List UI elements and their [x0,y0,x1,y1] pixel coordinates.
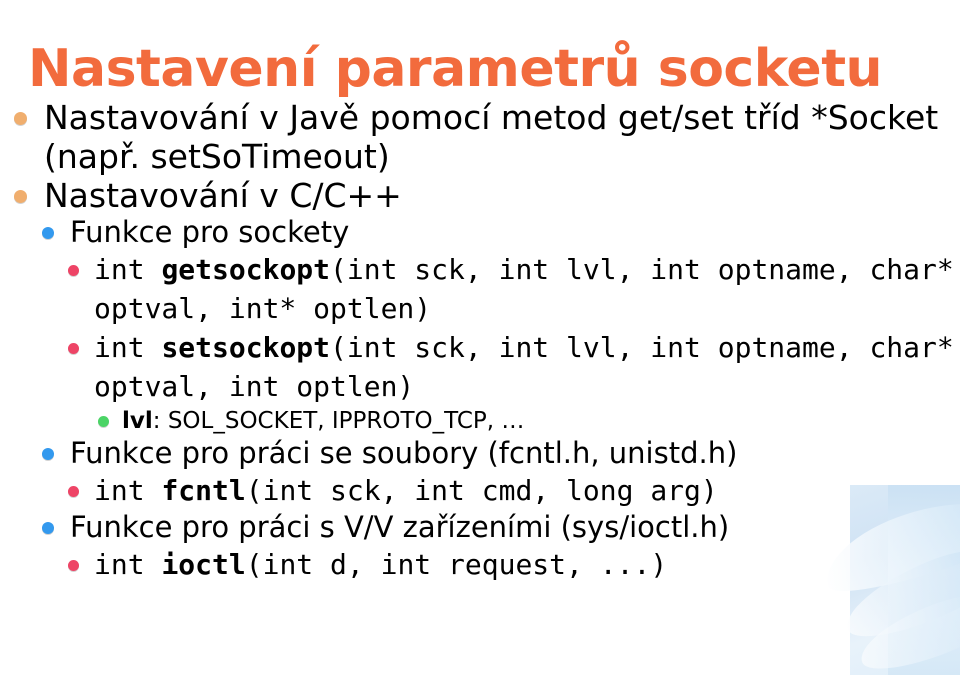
outline-item-text: Funkce pro sockety [70,215,350,249]
bullet-circle-icon [14,112,27,125]
outline-item-level1-cpp: Nastavování v C/C++ [0,176,960,215]
outline-item-text: Nastavování v Javě pomocí metod get/set … [44,98,939,176]
parameter-values: : SOL_SOCKET, IPPROTO_TCP, … [152,408,525,434]
outline-item-level2-socket-functions: Funkce pro sockety [0,215,960,250]
bullet-circle-icon [98,416,109,427]
outline-item-level1-java: Nastavování v Javě pomocí metod get/set … [0,98,960,176]
decorative-swoosh-three [851,582,960,675]
outline-item-text: Funkce pro práci s V/V zařízeními (sys/i… [70,510,730,544]
code-function-name: getsockopt [161,253,331,286]
bullet-circle-icon [42,227,54,239]
outline-item-text: Nastavování v C/C++ [44,176,402,215]
parameter-name: lvl [122,408,153,434]
outline-item-level4-lvl-values: lvl: SOL_SOCKET, IPPROTO_TCP, … [0,406,960,436]
outline-item-level3-getsockopt: int getsockopt(int sck, int lvl, int opt… [0,250,960,328]
outline-item-level3-setsockopt: int setsockopt(int sck, int lvl, int opt… [0,328,960,406]
code-function-name: setsockopt [161,331,331,364]
bullet-circle-icon [42,448,54,460]
code-prefix: int [94,474,162,507]
outline-item-level3-fcntl: int fcntl(int sck, int cmd, long arg) [0,471,960,510]
bullet-circle-icon [68,486,79,497]
code-signature: (int d, int request, ...) [245,548,668,581]
bullet-circle-icon [68,265,79,276]
bullet-circle-icon [68,343,79,354]
code-prefix: int [94,253,162,286]
bullet-circle-icon [68,560,79,571]
outline-item-level2-file-functions: Funkce pro práci se soubory (fcntl.h, un… [0,436,960,471]
bullet-circle-icon [42,522,54,534]
outline-item-level3-ioctl: int ioctl(int d, int request, ...) [0,545,960,584]
slide-title: Nastavení parametrů socketu [28,38,883,99]
code-function-name: ioctl [161,548,246,581]
code-prefix: int [94,548,162,581]
presentation-slide: Nastavení parametrů socketu Nastavování … [0,0,960,675]
bullet-circle-icon [14,190,27,203]
code-signature: (int sck, int cmd, long arg) [245,474,718,507]
outline-item-text: Funkce pro práci se soubory (fcntl.h, un… [70,436,738,470]
code-prefix: int [94,331,162,364]
slide-body-outline: Nastavování v Javě pomocí metod get/set … [0,98,960,584]
outline-item-level2-io-device-functions: Funkce pro práci s V/V zařízeními (sys/i… [0,510,960,545]
code-function-name: fcntl [161,474,246,507]
